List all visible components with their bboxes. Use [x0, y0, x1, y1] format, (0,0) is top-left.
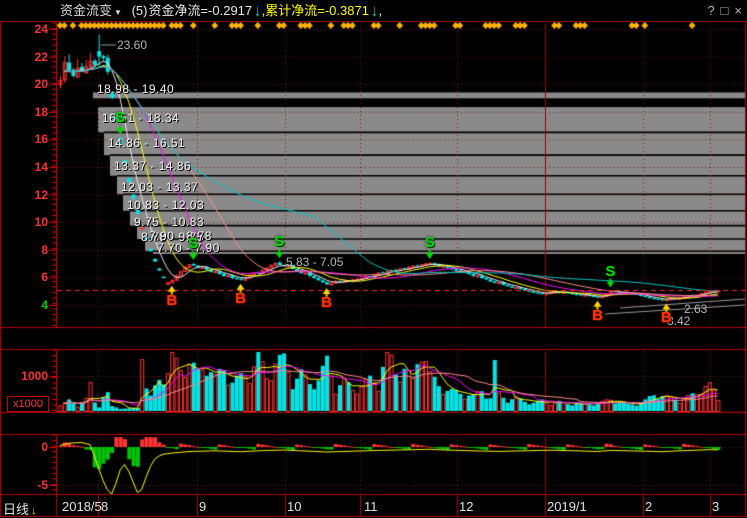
date-axis-label: 9: [199, 499, 206, 514]
date-axis-label: 2018/5: [62, 499, 102, 514]
flow-params: (5): [132, 3, 149, 18]
price-band-label: 18.98 - 19.40: [97, 82, 174, 96]
panel-icons: ? □ ×: [701, 0, 742, 21]
indicator-value: (5): [132, 3, 148, 18]
flow-axis-tick: 0: [2, 440, 48, 454]
flow-values: 资金净流=-0.2917↓,累计净流=-0.3871↓,: [148, 3, 383, 18]
chart-annotation: 23.60: [117, 38, 147, 52]
flow-selector[interactable]: 资金流变▼: [60, 3, 122, 18]
price-band-label: 12.03 - 13.37: [121, 180, 198, 194]
close-icon[interactable]: ×: [734, 3, 742, 18]
y-axis-tick: 24: [2, 22, 48, 36]
volume-axis-tick: 1000: [2, 369, 48, 383]
chevron-down-icon: ↓: [31, 505, 37, 517]
y-axis-tick: 12: [2, 188, 48, 202]
price-band-label: 14.86 - 16.51: [108, 136, 185, 150]
down-arrow-icon: ↓: [254, 0, 261, 24]
indicator-value: ,累计净流=-0.3871: [262, 3, 369, 18]
buy-marker: B: [321, 296, 332, 310]
chart-annotation: 5.83 - 7.05: [286, 255, 343, 269]
sell-marker: S: [188, 237, 198, 251]
date-axis-label: 8: [101, 499, 108, 514]
price-band-label: 10.83 - 12.03: [127, 198, 204, 212]
period-selector[interactable]: 日线↓: [3, 499, 37, 518]
price-band-label: 16.51 - 18.34: [102, 111, 179, 125]
help-icon[interactable]: ?: [707, 3, 714, 18]
sell-marker: S: [605, 265, 615, 279]
date-axis-label: 3: [712, 499, 719, 514]
y-axis-tick: 20: [2, 77, 48, 91]
flow-axis-tick: -5: [2, 478, 48, 492]
chart-canvas[interactable]: [0, 0, 747, 518]
flow-indicator-header: 资金流变▼ (5)资金净流=-0.2917↓,累计净流=-0.3871↓, ?□…: [0, 0, 747, 21]
date-axis-label: 2: [645, 499, 652, 514]
date-axis-label: 12: [459, 499, 473, 514]
sell-marker: S: [274, 235, 284, 249]
y-axis-tick: 18: [2, 105, 48, 119]
volume-unit-label: x1000: [7, 396, 49, 412]
buy-marker: B: [592, 309, 603, 323]
sell-marker: S: [425, 236, 435, 250]
y-axis-tick: 14: [2, 160, 48, 174]
y-axis-tick: 22: [2, 50, 48, 64]
y-axis-tick: 4: [2, 298, 48, 312]
down-arrow-icon: ↓: [371, 0, 378, 24]
maximize-icon[interactable]: □: [721, 3, 729, 18]
indicator-value: 资金净流=-0.2917: [148, 3, 252, 18]
indicator-value: ,: [378, 3, 382, 18]
buy-marker: B: [235, 292, 246, 306]
price-band-label: 9.75 - 10.83: [134, 215, 204, 229]
date-axis-label: 11: [364, 499, 378, 514]
y-axis-tick: 6: [2, 270, 48, 284]
y-axis-tick: 10: [2, 215, 48, 229]
price-band-label: 13.37 - 14.86: [114, 159, 191, 173]
date-axis-label: 10: [287, 499, 301, 514]
y-axis-tick: 16: [2, 132, 48, 146]
chevron-down-icon: ▼: [114, 8, 122, 17]
buy-marker: B: [661, 311, 672, 325]
stock-chart-window: { "colors":{"up":"#ff3232","down":"#00e6…: [0, 0, 747, 518]
date-axis-label: 2019/1: [547, 499, 587, 514]
y-axis-tick: 8: [2, 243, 48, 257]
buy-marker: B: [166, 294, 177, 308]
sell-marker: S: [115, 111, 125, 125]
